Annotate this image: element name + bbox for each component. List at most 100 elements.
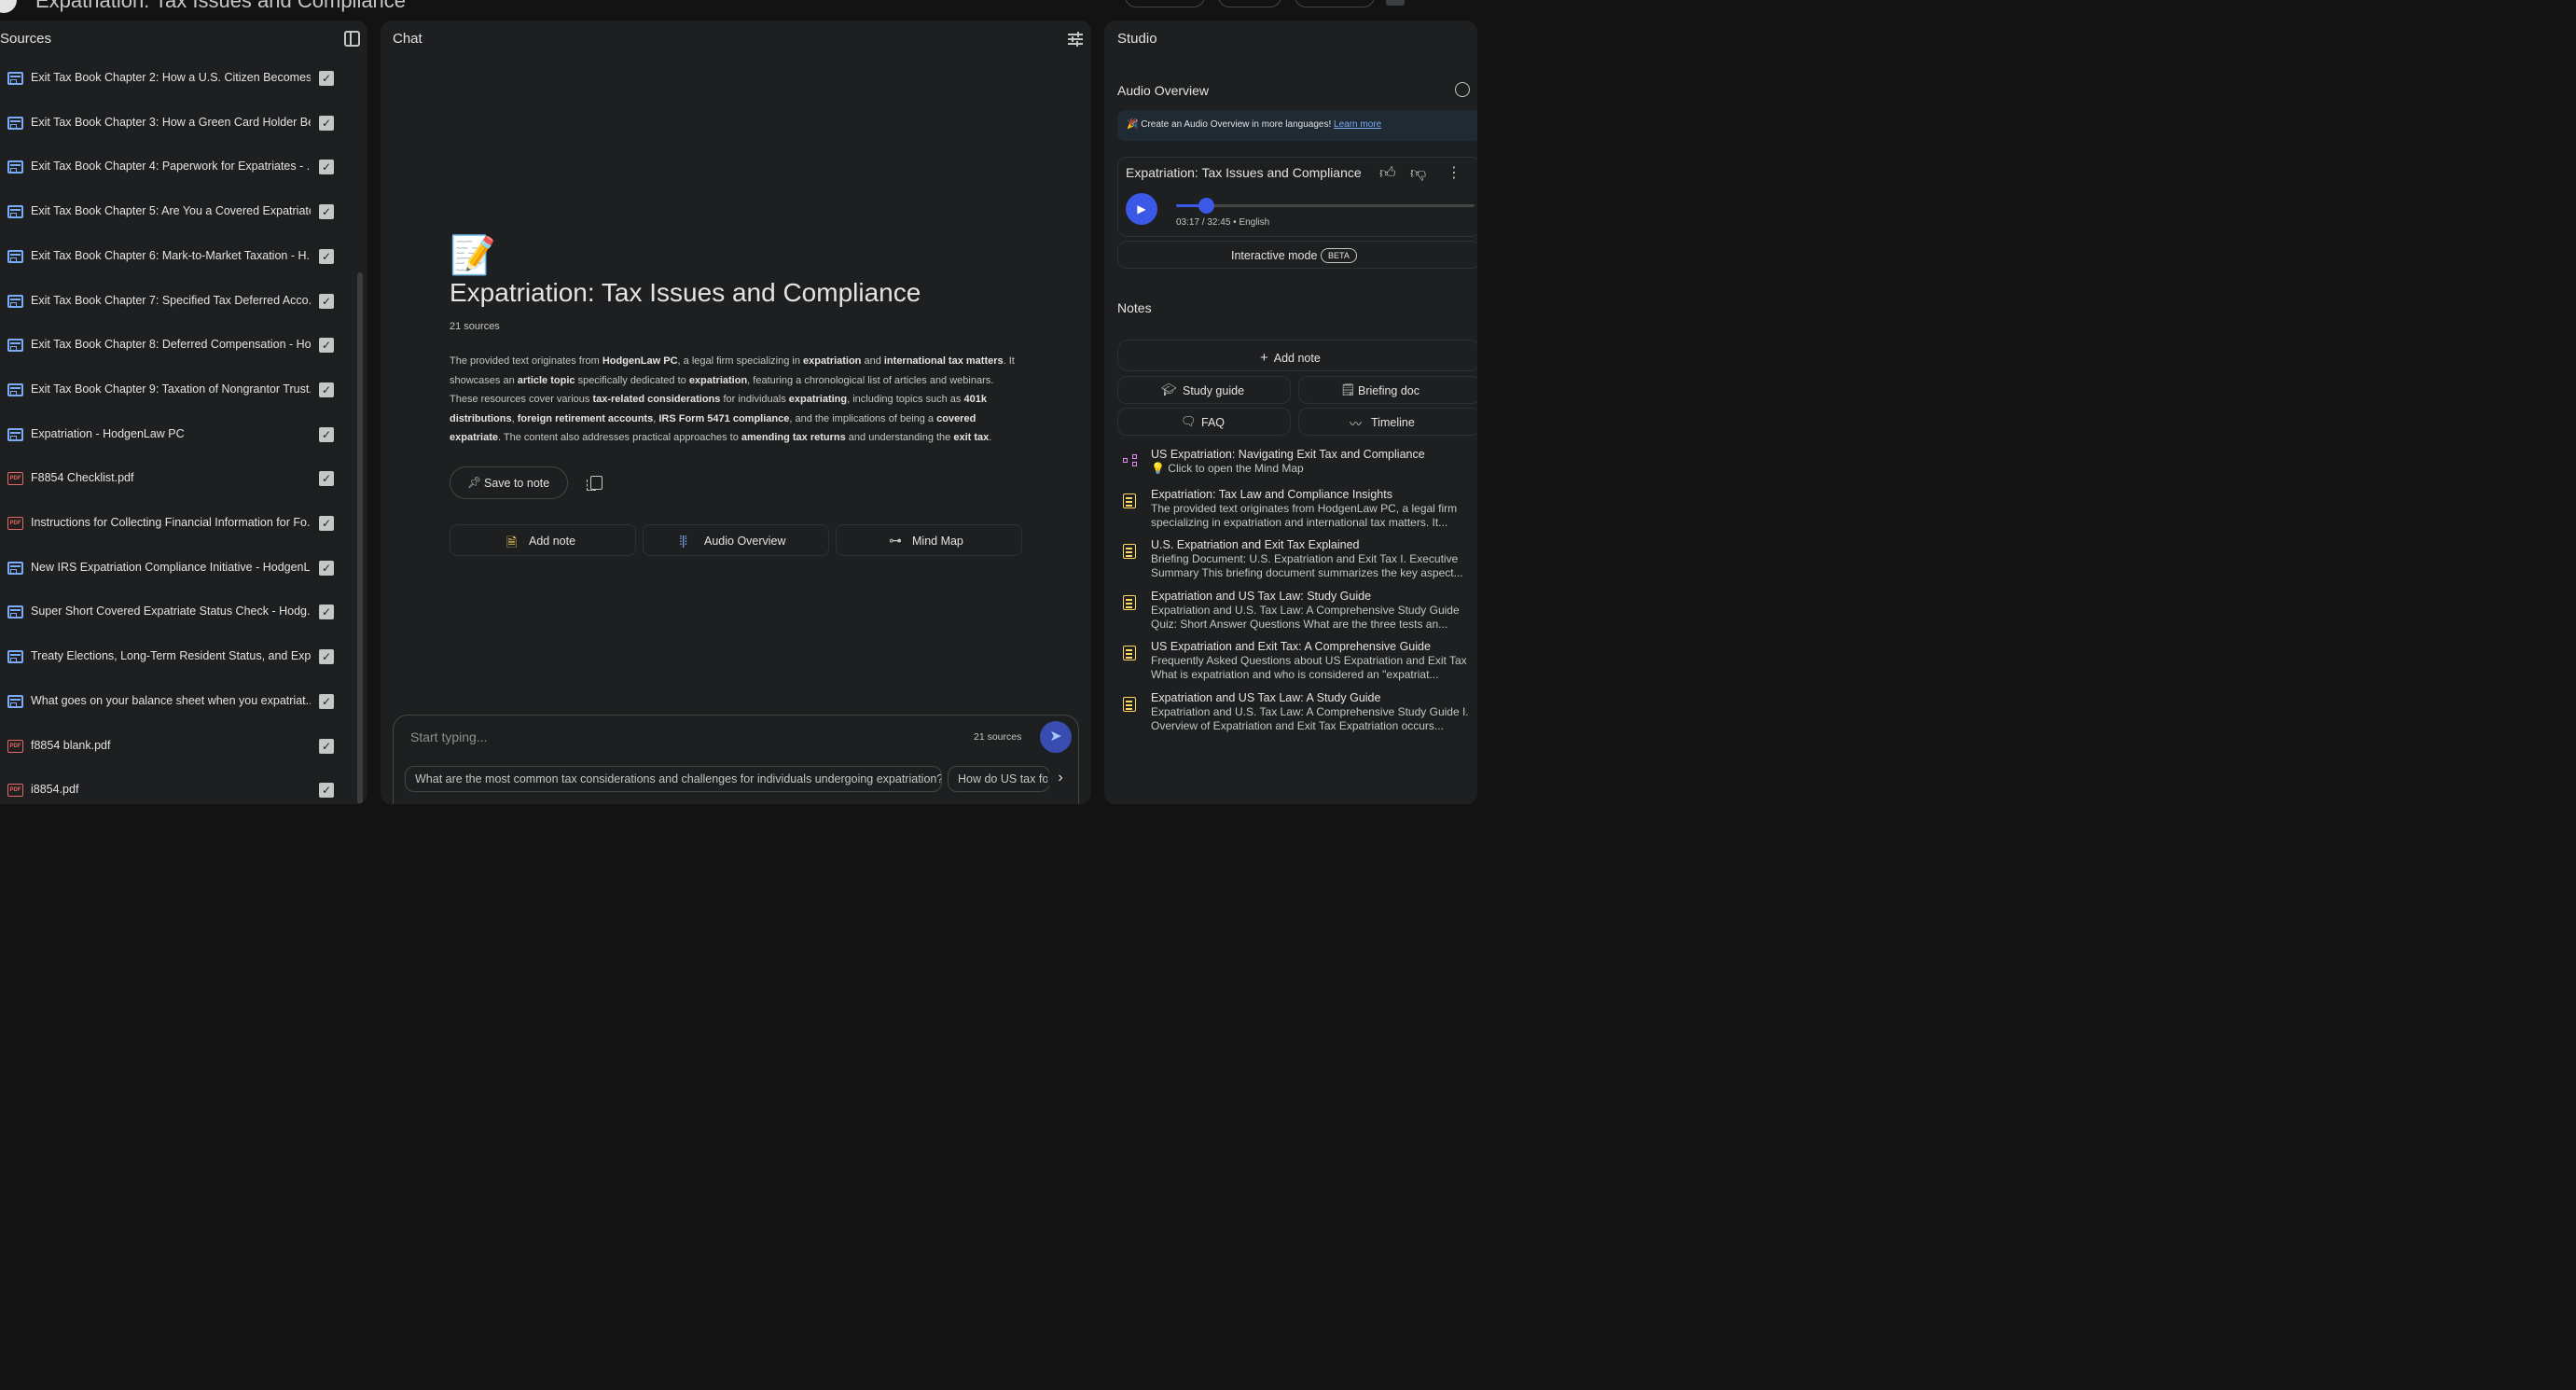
summary-run: tax-related considerations: [592, 394, 721, 405]
note-icon: 🗎︎: [506, 535, 518, 549]
save-to-note-button[interactable]: 📌︎ Save to note: [450, 466, 568, 499]
source-checkbox[interactable]: ✓: [319, 115, 334, 131]
mind-map-button[interactable]: ⊶ Mind Map: [836, 524, 1022, 556]
web-page-icon: [7, 605, 23, 619]
grid-icon[interactable]: [1386, 0, 1405, 6]
note-icon: [1123, 595, 1136, 610]
play-button[interactable]: ▶: [1126, 193, 1157, 225]
audio-progress-track[interactable]: [1176, 198, 1475, 214]
more-icon[interactable]: •••: [1423, 0, 1442, 7]
source-item[interactable]: PDF i8854.pdf ✓: [0, 779, 338, 801]
top-bar: Expatriation: Tax Issues and Compliance …: [0, 0, 1462, 19]
mind-map-note-item[interactable]: US Expatriation: Navigating Exit Tax and…: [1117, 448, 1477, 491]
source-item[interactable]: Treaty Elections, Long-Term Resident Sta…: [0, 646, 338, 668]
source-checkbox[interactable]: ✓: [319, 783, 334, 799]
collapse-panel-icon[interactable]: [344, 31, 360, 47]
timeline-button[interactable]: 〰︎ Timeline: [1298, 408, 1477, 436]
source-count: 21 sources: [450, 321, 500, 332]
app-logo-icon[interactable]: [0, 0, 17, 13]
source-item[interactable]: PDF F8854 Checklist.pdf ✓: [0, 467, 338, 490]
source-checkbox[interactable]: ✓: [319, 293, 334, 309]
note-item[interactable]: US Expatriation and Exit Tax: A Comprehe…: [1117, 640, 1477, 683]
source-item[interactable]: Exit Tax Book Chapter 3: How a Green Car…: [0, 112, 338, 134]
source-checkbox[interactable]: ✓: [319, 693, 334, 709]
source-item[interactable]: Expatriation - HodgenLaw PC ✓: [0, 424, 338, 446]
tune-settings-icon[interactable]: [1068, 32, 1083, 47]
source-label: Exit Tax Book Chapter 3: How a Green Car…: [31, 115, 311, 129]
chevron-right-icon[interactable]: ›: [1047, 766, 1073, 792]
source-item[interactable]: Exit Tax Book Chapter 6: Mark-to-Market …: [0, 245, 338, 268]
send-button[interactable]: ➤: [1040, 721, 1072, 753]
note-snippet: The provided text originates from Hodgen…: [1151, 502, 1458, 529]
note-icon: [1123, 646, 1136, 660]
studio-add-note-button[interactable]: + Add note: [1117, 340, 1477, 371]
source-item[interactable]: Exit Tax Book Chapter 7: Specified Tax D…: [0, 290, 338, 313]
source-checkbox[interactable]: ✓: [319, 248, 334, 264]
chat-input[interactable]: [410, 727, 933, 747]
note-title: U.S. Expatriation and Exit Tax Explained: [1151, 538, 1360, 551]
source-checkbox[interactable]: ✓: [319, 382, 334, 397]
suggestion-chip-1[interactable]: What are the most common tax considerati…: [405, 766, 942, 792]
source-checkbox[interactable]: ✓: [319, 426, 334, 442]
interactive-mode-button[interactable]: Interactive mode BETA: [1117, 241, 1477, 269]
note-item[interactable]: U.S. Expatriation and Exit Tax Explained…: [1117, 538, 1477, 581]
audio-player-card: Expatriation: Tax Issues and Compliance …: [1117, 157, 1477, 237]
pdf-icon: PDF: [7, 472, 23, 486]
mind-map-icon: [1123, 454, 1140, 467]
source-checkbox[interactable]: ✓: [319, 471, 334, 487]
source-checkbox[interactable]: ✓: [319, 649, 334, 665]
source-checkbox[interactable]: ✓: [319, 160, 334, 175]
source-item[interactable]: Exit Tax Book Chapter 2: How a U.S. Citi…: [0, 67, 338, 90]
source-checkbox[interactable]: ✓: [319, 338, 334, 354]
thumbs-up-icon[interactable]: 👍︎: [1379, 163, 1396, 183]
info-icon[interactable]: [1455, 82, 1470, 97]
web-page-icon: [7, 205, 23, 219]
sources-scrollbar[interactable]: [357, 272, 363, 804]
source-checkbox[interactable]: ✓: [319, 71, 334, 86]
note-item[interactable]: Expatriation: Tax Law and Compliance Ins…: [1117, 488, 1477, 531]
header-button-3[interactable]: [1295, 0, 1375, 7]
web-page-icon: [7, 561, 23, 575]
note-item[interactable]: Expatriation and US Tax Law: Study Guide…: [1117, 590, 1477, 632]
pin-icon: 📌︎: [467, 476, 482, 489]
notebook-title-header[interactable]: Expatriation: Tax Issues and Compliance: [35, 0, 406, 13]
source-checkbox[interactable]: ✓: [319, 204, 334, 220]
audio-progress-knob[interactable]: [1198, 198, 1215, 214]
note-icon: [1123, 493, 1136, 508]
chat-input-box: 21 sources ➤ What are the most common ta…: [393, 715, 1079, 804]
source-label: Exit Tax Book Chapter 4: Paperwork for E…: [31, 160, 311, 174]
source-item[interactable]: PDF Instructions for Collecting Financial…: [0, 512, 338, 535]
summary-run: , and the implications of being a: [789, 412, 937, 424]
source-item[interactable]: Exit Tax Book Chapter 8: Deferred Compen…: [0, 334, 338, 356]
source-item[interactable]: PDF f8854 blank.pdf ✓: [0, 735, 338, 758]
source-item[interactable]: Exit Tax Book Chapter 5: Are You a Cover…: [0, 201, 338, 223]
audio-overview-button[interactable]: ⁞|⁞ Audio Overview: [643, 524, 829, 556]
source-checkbox[interactable]: ✓: [319, 605, 334, 620]
faq-button[interactable]: 🗨︎ FAQ: [1117, 408, 1291, 436]
source-item[interactable]: Super Short Covered Expatriate Status Ch…: [0, 601, 338, 623]
source-checkbox[interactable]: ✓: [319, 560, 334, 576]
source-item[interactable]: New IRS Expatriation Compliance Initiati…: [0, 557, 338, 579]
header-button-2[interactable]: [1218, 0, 1281, 7]
more-vert-icon[interactable]: ⋮: [1447, 163, 1461, 182]
source-item[interactable]: Exit Tax Book Chapter 9: Taxation of Non…: [0, 379, 338, 401]
pdf-icon: PDF: [7, 517, 23, 530]
learn-more-link[interactable]: Learn more: [1334, 119, 1381, 130]
add-note-button[interactable]: 🗎︎ Add note: [450, 524, 636, 556]
header-button-1[interactable]: [1125, 0, 1205, 7]
source-checkbox[interactable]: ✓: [319, 738, 334, 754]
summary-run: expatriating: [788, 394, 848, 405]
briefing-doc-button[interactable]: 🗒︎ Briefing doc: [1298, 376, 1477, 404]
source-checkbox[interactable]: ✓: [319, 516, 334, 531]
study-guide-button[interactable]: 🎓︎ Study guide: [1117, 376, 1291, 404]
copy-icon[interactable]: [587, 476, 602, 491]
source-item[interactable]: Exit Tax Book Chapter 4: Paperwork for E…: [0, 156, 338, 178]
source-label: Super Short Covered Expatriate Status Ch…: [31, 605, 311, 619]
note-snippet: 💡 Click to open the Mind Map: [1151, 462, 1304, 475]
summary-run: article topic: [517, 374, 575, 386]
mind-map-icon: ⊶: [889, 533, 902, 548]
source-item[interactable]: What goes on your balance sheet when you…: [0, 690, 338, 713]
suggestion-chip-2[interactable]: How do US tax fo: [948, 766, 1050, 792]
thumbs-down-icon[interactable]: 👎︎: [1410, 163, 1426, 183]
note-item[interactable]: Expatriation and US Tax Law: A Study Gui…: [1117, 691, 1477, 734]
